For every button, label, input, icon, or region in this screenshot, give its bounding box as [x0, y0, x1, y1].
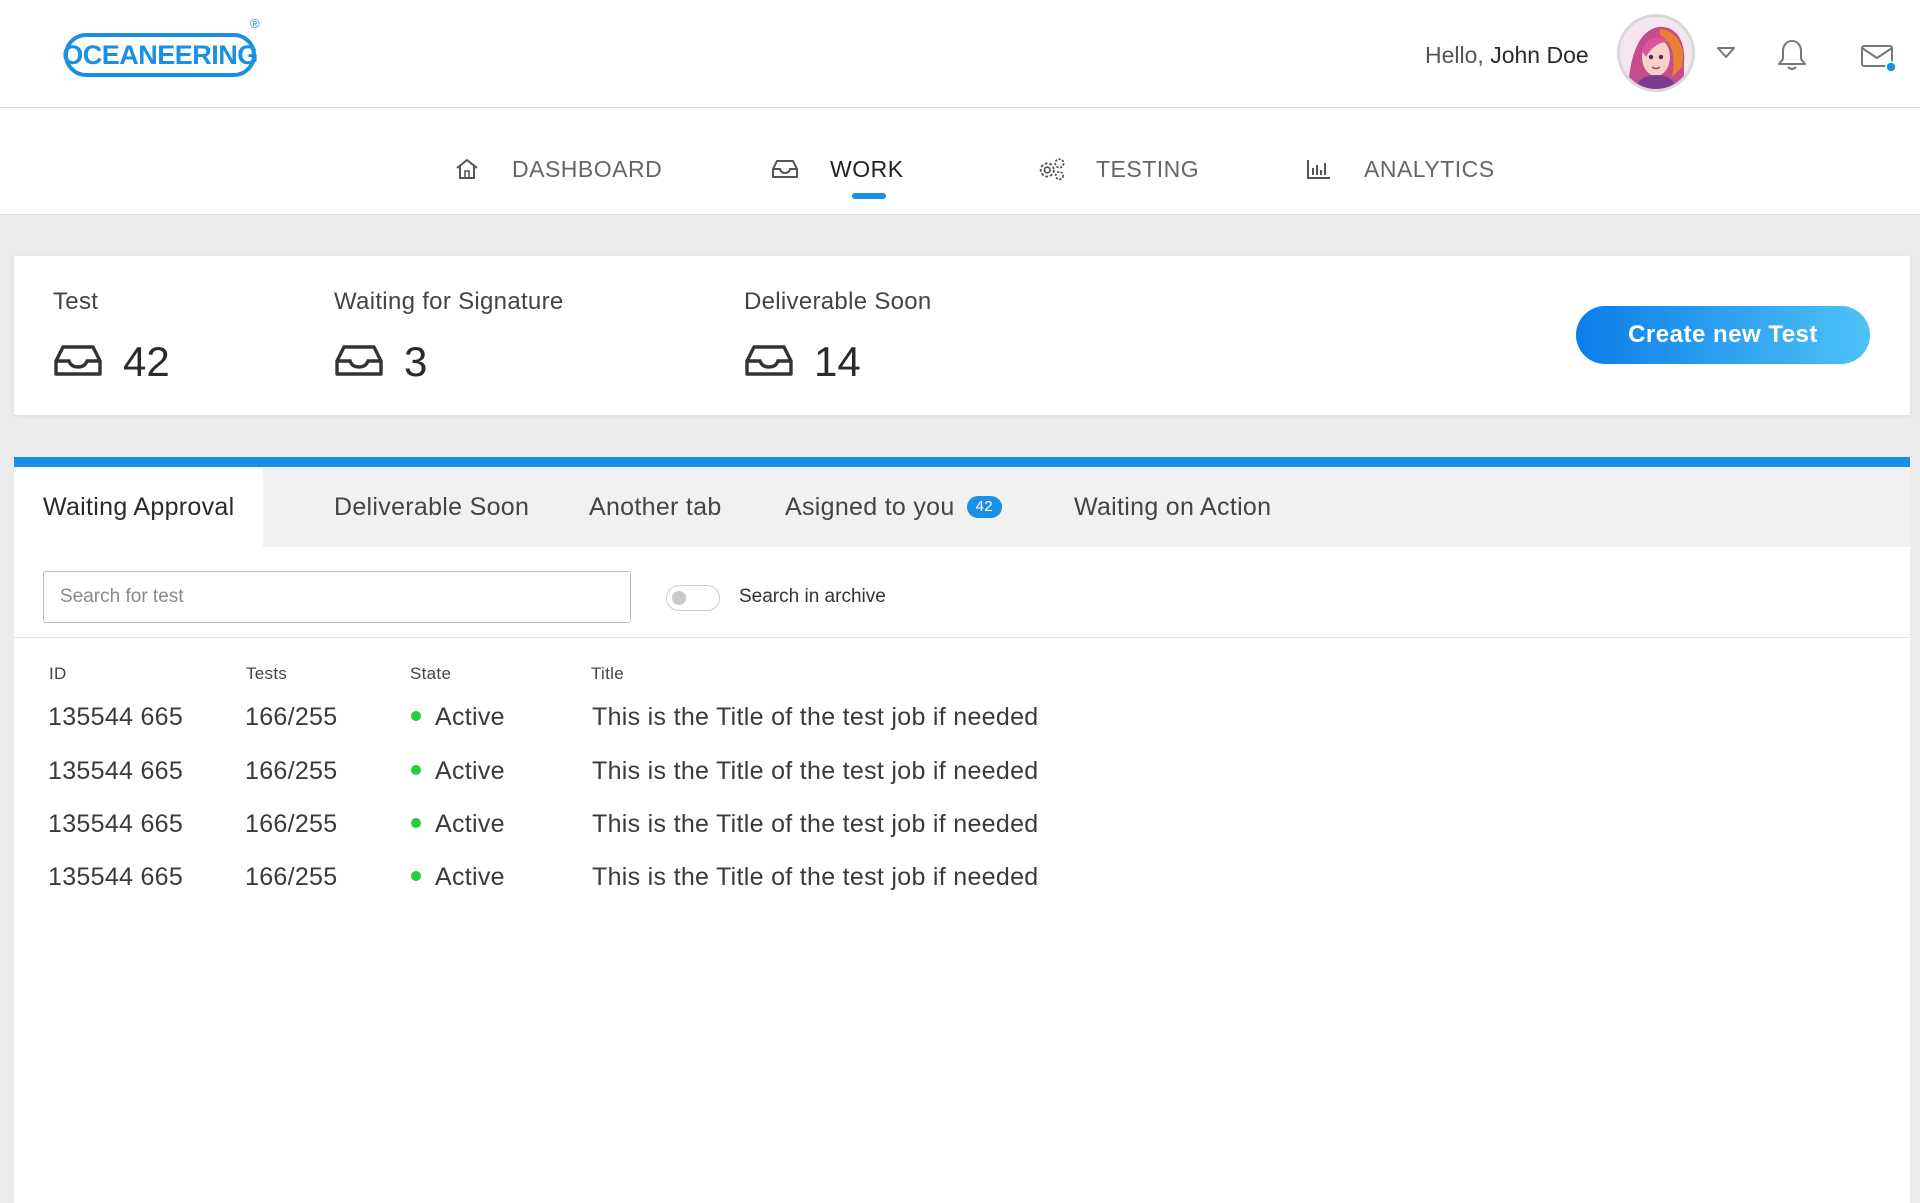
inbox-icon — [744, 343, 794, 382]
chevron-down-icon[interactable] — [1716, 46, 1736, 65]
stat-value: 3 — [404, 338, 428, 385]
state-label: Active — [435, 810, 505, 838]
cell-title: This is the Title of the test job if nee… — [592, 810, 1039, 838]
registered-mark: ® — [250, 16, 260, 31]
nav-label-analytics: ANALYTICS — [1364, 155, 1495, 182]
toggle-knob — [672, 591, 686, 605]
cell-id: 135544 665 — [48, 757, 184, 785]
status-dot — [411, 818, 421, 829]
cell-state: Active — [411, 810, 505, 839]
tab-deliverable-soon[interactable]: Deliverable Soon — [334, 467, 529, 547]
stat-test[interactable]: Test 42 — [53, 288, 170, 386]
nav-item-work[interactable]: WORK — [770, 154, 904, 184]
stat-label: Test — [53, 288, 99, 315]
state-label: Active — [435, 863, 505, 891]
stat-waiting-signature[interactable]: Waiting for Signature 3 — [334, 288, 564, 386]
tab-label: Waiting on Action — [1074, 492, 1272, 521]
nav-item-dashboard[interactable]: DASHBOARD — [452, 154, 662, 184]
cell-title: This is the Title of the test job if nee… — [592, 703, 1039, 731]
cell-state: Active — [411, 703, 505, 732]
gears-icon — [1036, 154, 1066, 184]
cell-id: 135544 665 — [48, 863, 184, 891]
state-label: Active — [435, 703, 505, 731]
summary-card: Test 42 Waiting for Signature 3 Delivera… — [14, 256, 1910, 415]
stat-label: Waiting for Signature — [334, 288, 564, 315]
tab-label: Another tab — [589, 492, 722, 521]
top-header: OCEANEERING ® Hello, John Doe — [0, 0, 1920, 108]
cell-id: 135544 665 — [48, 703, 184, 731]
archive-toggle-label: Search in archive — [739, 586, 886, 607]
logo-text: OCEANEERING — [62, 39, 258, 70]
nav-label-testing: TESTING — [1096, 155, 1200, 182]
status-dot — [411, 711, 421, 722]
company-logo[interactable]: OCEANEERING — [62, 33, 258, 77]
user-name: John Doe — [1490, 42, 1589, 68]
cell-tests: 166/255 — [245, 863, 338, 891]
tab-assigned-to-you[interactable]: Asigned to you 42 — [785, 467, 1002, 547]
nav-item-analytics[interactable]: ANALYTICS — [1304, 154, 1495, 184]
cell-id: 135544 665 — [48, 810, 184, 838]
tab-label: Waiting Approval — [43, 492, 235, 521]
status-dot — [411, 765, 421, 776]
inbox-icon — [770, 154, 800, 184]
state-label: Active — [435, 757, 505, 785]
nav-item-testing[interactable]: TESTING — [1036, 154, 1199, 184]
inbox-icon — [334, 343, 384, 382]
create-new-test-button[interactable]: Create new Test — [1576, 306, 1870, 364]
tab-waiting-on-action[interactable]: Waiting on Action — [1074, 467, 1271, 547]
cell-state: Active — [411, 757, 505, 786]
cell-tests: 166/255 — [245, 703, 338, 731]
nav-label-dashboard: DASHBOARD — [512, 155, 663, 182]
inbox-icon — [53, 343, 103, 382]
active-nav-indicator — [852, 193, 886, 199]
column-header-state[interactable]: State — [410, 664, 451, 684]
cell-title: This is the Title of the test job if nee… — [592, 863, 1039, 891]
divider — [14, 637, 1910, 638]
avatar-image — [1620, 17, 1692, 89]
cell-tests: 166/255 — [245, 757, 338, 785]
main-nav: DASHBOARD WORK TESTING ANALYTICS — [0, 108, 1920, 215]
status-dot — [411, 871, 421, 882]
archive-toggle[interactable] — [666, 585, 720, 611]
tab-label: Deliverable Soon — [334, 492, 530, 521]
search-input[interactable] — [43, 571, 631, 623]
home-icon — [452, 154, 482, 184]
mail-icon[interactable] — [1860, 42, 1897, 79]
bar-chart-icon — [1304, 154, 1334, 184]
column-header-id[interactable]: ID — [49, 664, 67, 684]
user-greeting: Hello, John Doe — [1425, 42, 1589, 69]
column-header-tests[interactable]: Tests — [246, 664, 287, 684]
greeting-prefix: Hello, — [1425, 42, 1484, 68]
tab-waiting-approval[interactable]: Waiting Approval — [14, 467, 264, 547]
count-badge: 42 — [966, 496, 1002, 518]
tab-label: Asigned to you — [785, 492, 955, 521]
stat-deliverable-soon[interactable]: Deliverable Soon 14 — [744, 288, 932, 386]
stat-value: 42 — [123, 338, 170, 385]
column-header-title[interactable]: Title — [591, 664, 624, 684]
avatar[interactable] — [1617, 14, 1695, 92]
work-panel: Waiting Approval Deliverable Soon Anothe… — [14, 457, 1910, 1203]
bell-icon[interactable] — [1776, 38, 1808, 77]
stat-value: 14 — [814, 338, 861, 385]
stat-label: Deliverable Soon — [744, 288, 932, 315]
cell-tests: 166/255 — [245, 810, 338, 838]
nav-label-work: WORK — [830, 155, 904, 182]
tab-another[interactable]: Another tab — [589, 467, 722, 547]
cell-title: This is the Title of the test job if nee… — [592, 757, 1039, 785]
tab-bar: Waiting Approval Deliverable Soon Anothe… — [14, 467, 1910, 547]
cell-state: Active — [411, 863, 505, 892]
